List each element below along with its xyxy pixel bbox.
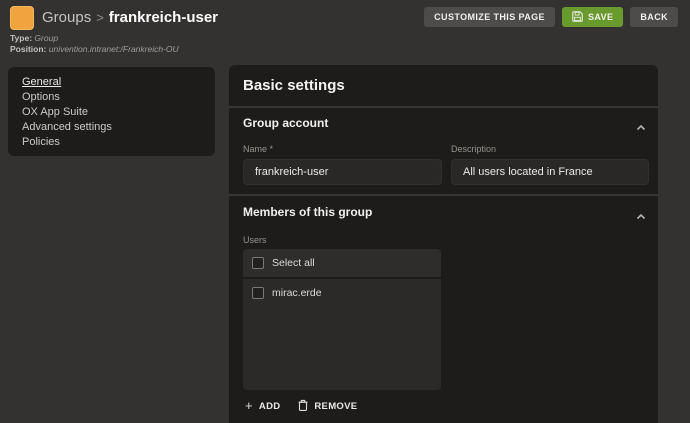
panel-title: Basic settings (243, 77, 345, 94)
name-input[interactable] (243, 159, 442, 185)
type-label: Type: (10, 33, 32, 43)
section-members: Members of this group (229, 203, 658, 225)
trash-icon (298, 399, 308, 414)
user-checkbox[interactable] (252, 287, 264, 299)
select-all-row[interactable]: Select all (243, 249, 441, 277)
users-list-label: Users (243, 235, 267, 245)
settings-nav-sidebar: General Options OX App Suite Advanced se… (8, 67, 215, 156)
groups-app-icon (10, 6, 34, 30)
save-label: SAVE (588, 12, 613, 22)
add-user-button[interactable]: + ADD (245, 401, 280, 412)
sidebar-item-policies[interactable]: Policies (22, 135, 215, 150)
umc-group-edit-page: Groups > frankreich-user Type: Group Posit… (0, 0, 690, 423)
select-all-checkbox[interactable] (252, 257, 264, 269)
object-meta: Type: Group Position: univention.intrane… (10, 33, 179, 55)
remove-label: REMOVE (314, 401, 357, 412)
divider (229, 106, 658, 108)
sidebar-item-general[interactable]: General (22, 75, 215, 90)
customize-page-label: CUSTOMIZE THIS PAGE (434, 12, 545, 22)
section-group-account-title: Group account (243, 116, 328, 130)
sidebar-item-options[interactable]: Options (22, 90, 215, 105)
user-label: mirac.erde (272, 287, 322, 299)
meta-position-line: Position: univention.intranet:/Frankreic… (10, 44, 179, 55)
page-title: frankreich-user (109, 9, 218, 26)
breadcrumb: Groups > frankreich-user (42, 8, 218, 28)
sidebar-item-advanced-settings[interactable]: Advanced settings (22, 120, 215, 135)
type-value: Group (34, 33, 58, 43)
users-list-actions: + ADD REMOVE (245, 398, 357, 414)
back-label: BACK (640, 12, 668, 22)
breadcrumb-groups-link[interactable]: Groups (42, 9, 91, 26)
sidebar-item-ox-app-suite[interactable]: OX App Suite (22, 105, 215, 120)
position-value: univention.intranet:/Frankreich-OU (49, 44, 179, 54)
list-item[interactable]: mirac.erde (243, 279, 441, 306)
customize-page-button[interactable]: CUSTOMIZE THIS PAGE (424, 7, 555, 27)
back-button[interactable]: BACK (630, 7, 678, 27)
chevron-up-icon[interactable] (636, 208, 646, 216)
remove-user-button[interactable]: REMOVE (298, 399, 357, 414)
section-members-title: Members of this group (243, 205, 372, 219)
plus-icon: + (245, 401, 253, 411)
section-group-account: Group account (229, 114, 658, 136)
add-label: ADD (259, 401, 280, 412)
breadcrumb-separator: > (96, 10, 104, 25)
name-field-label: Name * (243, 144, 273, 154)
meta-type-line: Type: Group (10, 33, 179, 44)
users-multiselect: Select all mirac.erde (243, 249, 441, 390)
position-label: Position: (10, 44, 46, 54)
description-input[interactable] (451, 159, 649, 185)
chevron-up-icon[interactable] (636, 119, 646, 127)
basic-settings-panel: Basic settings Group account Name * Desc… (229, 65, 658, 423)
users-list[interactable]: mirac.erde (243, 279, 441, 390)
save-floppy-icon (572, 11, 583, 24)
divider (229, 194, 658, 196)
header-actions: CUSTOMIZE THIS PAGE SAVE BACK (424, 7, 678, 27)
description-field-label: Description (451, 144, 496, 154)
save-button[interactable]: SAVE (562, 7, 623, 27)
select-all-label: Select all (272, 257, 315, 269)
